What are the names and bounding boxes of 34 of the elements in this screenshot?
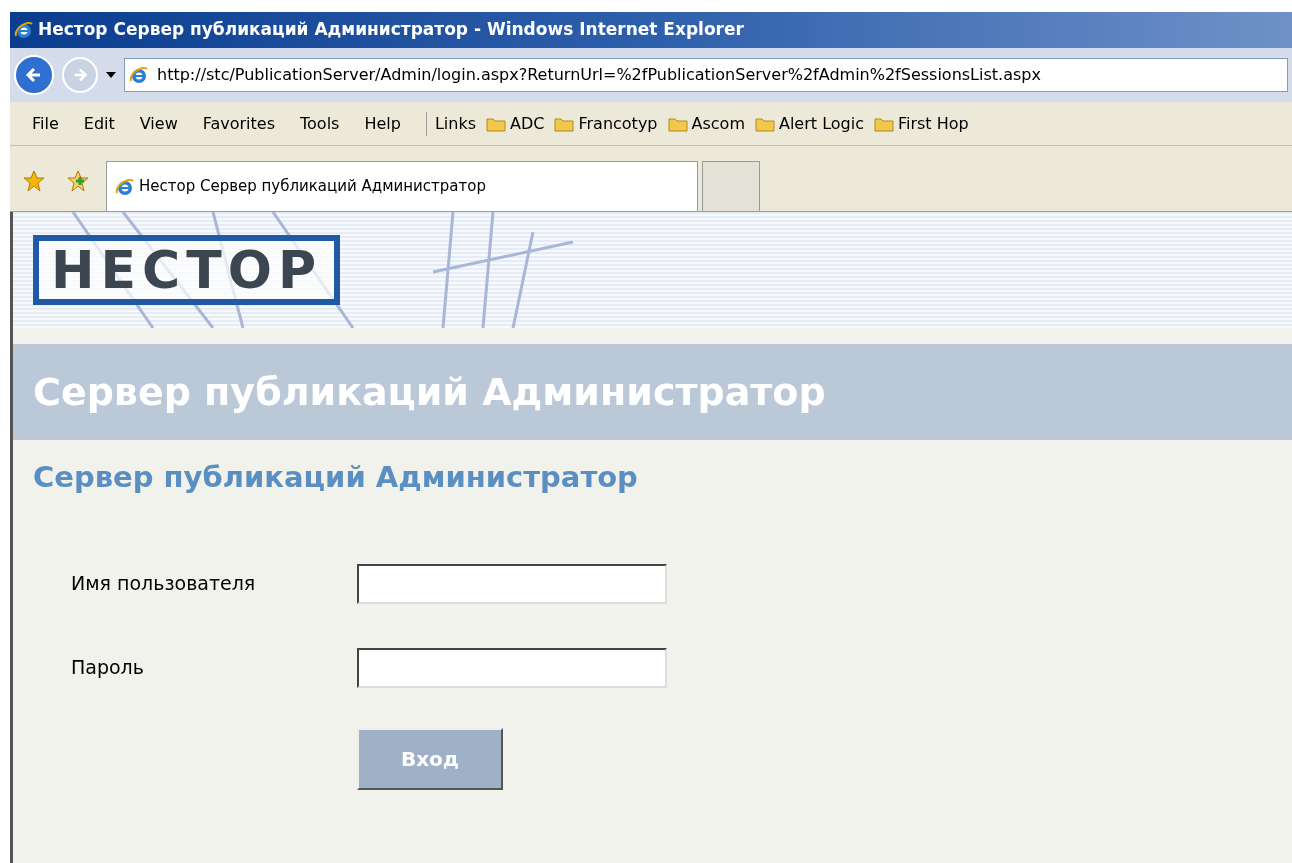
link-folder[interactable]: First Hop — [873, 111, 969, 136]
field-label: Имя пользователя — [71, 571, 257, 597]
link-folder[interactable]: Alert Logic — [754, 111, 864, 136]
browser-tab[interactable]: Нестор Сервер публикаций Администратор — [106, 161, 698, 211]
link-folder[interactable]: Francotyp — [554, 111, 658, 136]
browser-icon — [115, 176, 135, 197]
input-field[interactable] — [357, 563, 667, 604]
folder-icon — [667, 115, 688, 132]
star-icon[interactable] — [22, 169, 46, 193]
page-heading: Сервер публикаций Администратор — [32, 459, 639, 496]
add-star-icon[interactable] — [66, 169, 90, 193]
banner: Сервер публикаций Администратор — [13, 344, 1292, 440]
input-field[interactable] — [357, 647, 667, 688]
link-folder[interactable]: Ascom — [667, 111, 745, 136]
browser-icon — [129, 65, 149, 85]
folder-icon — [873, 115, 894, 132]
browser-icon — [14, 20, 34, 40]
link-folder[interactable]: ADC — [486, 111, 545, 136]
folder-icon — [754, 115, 775, 132]
dropdown-icon[interactable] — [106, 72, 116, 78]
back-button[interactable] — [14, 55, 54, 95]
window-title: Нестор Сервер публикаций Администратор - Windows Internet Explorer — [38, 18, 744, 42]
address-field[interactable]: http://stc/PublicationServer/Admin/login.aspx?ReturnUrl=%2fPublicationServer%2fAdmin%2fSessionsList.aspx — [124, 58, 1288, 92]
menu-item[interactable]: File — [32, 111, 59, 136]
logo: НЕСТОР — [33, 235, 340, 305]
field-label: Пароль — [71, 655, 145, 681]
menu-item[interactable]: Tools — [300, 111, 340, 136]
menu-item[interactable]: Favorites — [202, 111, 275, 136]
folder-icon — [554, 115, 575, 132]
menu-item[interactable]: View — [139, 111, 178, 136]
links-label: Links — [434, 112, 477, 135]
menu-item[interactable]: Help — [364, 111, 401, 136]
folder-icon — [486, 115, 507, 132]
menu-item[interactable]: Edit — [83, 111, 115, 136]
